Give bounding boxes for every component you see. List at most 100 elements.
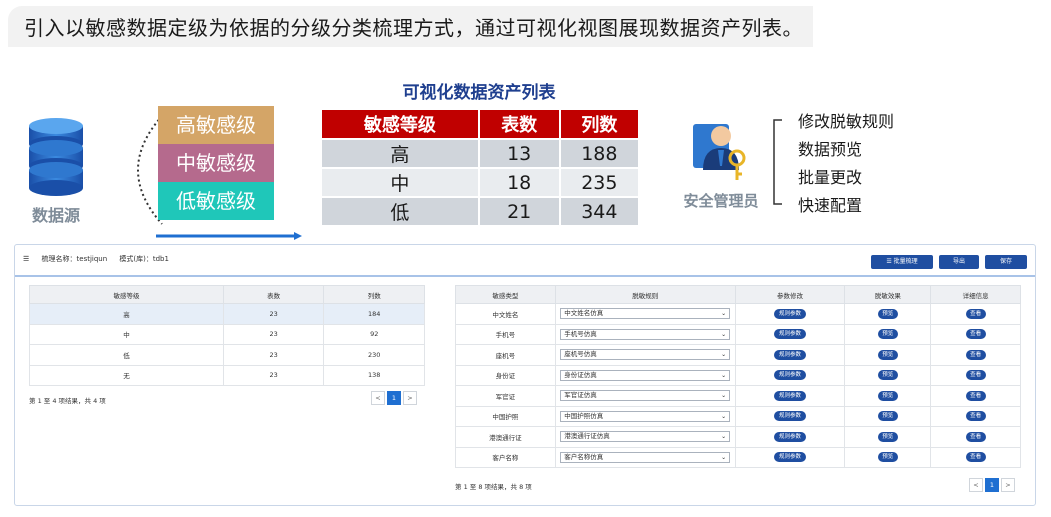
col-header[interactable]: 脱敏效果 bbox=[844, 285, 932, 304]
preview-button[interactable]: 预览 bbox=[877, 308, 898, 319]
viz-row: 中 18 235 bbox=[322, 167, 638, 196]
preview-button[interactable]: 预览 bbox=[877, 349, 898, 360]
datasource: 数据源 bbox=[22, 116, 90, 226]
chevron-down-icon: ⌄ bbox=[721, 433, 727, 441]
cell: 低 bbox=[29, 344, 224, 366]
viz-cell: 低 bbox=[322, 196, 480, 225]
preview-button[interactable]: 预览 bbox=[877, 431, 898, 442]
rule-select[interactable]: 身份证仿真 ⌄ bbox=[560, 369, 731, 381]
view-detail-button[interactable]: 查看 bbox=[965, 431, 986, 442]
sensitive-type: 军官证 bbox=[455, 385, 556, 407]
level-low: 低敏感级 bbox=[158, 182, 274, 220]
rule-params-button[interactable]: 规则参数 bbox=[774, 411, 807, 422]
rule-select[interactable]: 中文姓名仿真 ⌄ bbox=[560, 308, 731, 320]
action-preview: 数据预览 bbox=[798, 140, 863, 159]
table-row: 军官证 军官证仿真 ⌄ 规则参数 预览 查看 bbox=[455, 385, 1021, 407]
list-icon: ☰ bbox=[23, 255, 30, 263]
rule-cell: 座机号仿真 ⌄ bbox=[554, 344, 736, 366]
col-header[interactable]: 脱敏规则 bbox=[554, 285, 736, 304]
table-row: 中文姓名 中文姓名仿真 ⌄ 规则参数 预览 查看 bbox=[455, 303, 1021, 325]
table-row: 中国护照 中国护照仿真 ⌄ 规则参数 预览 查看 bbox=[455, 405, 1021, 427]
cell: 92 bbox=[323, 323, 425, 345]
export-button[interactable]: 导出 bbox=[939, 255, 979, 269]
rule-select[interactable]: 座机号仿真 ⌄ bbox=[560, 349, 731, 361]
view-detail-button[interactable]: 查看 bbox=[965, 370, 986, 381]
batch-classify-button[interactable]: ☰ 批量梳理 bbox=[871, 255, 933, 269]
rule-select[interactable]: 军官证仿真 ⌄ bbox=[560, 390, 731, 402]
page-button[interactable]: 1 bbox=[387, 391, 401, 405]
cell: 230 bbox=[323, 344, 425, 366]
rule-params-button[interactable]: 规则参数 bbox=[774, 349, 807, 360]
view-detail-button[interactable]: 查看 bbox=[965, 349, 986, 360]
cell: 高 bbox=[29, 303, 224, 325]
view-detail-button[interactable]: 查看 bbox=[965, 411, 986, 422]
col-header[interactable]: 表数 bbox=[222, 285, 325, 304]
cell: 23 bbox=[222, 303, 325, 325]
table-row[interactable]: 中 23 92 bbox=[29, 323, 425, 345]
rule-select[interactable]: 客户名称仿真 ⌄ bbox=[560, 451, 731, 463]
viz-cell: 188 bbox=[560, 138, 638, 167]
view-detail-button[interactable]: 查看 bbox=[965, 390, 986, 401]
next-page-button[interactable]: > bbox=[403, 391, 417, 405]
effect-cell: 预览 bbox=[844, 303, 932, 325]
view-detail-button[interactable]: 查看 bbox=[965, 329, 986, 340]
viz-header: 敏感等级 bbox=[322, 110, 480, 138]
next-page-button[interactable]: > bbox=[1001, 478, 1015, 492]
effect-cell: 预览 bbox=[844, 344, 932, 366]
rule-params-button[interactable]: 规则参数 bbox=[774, 431, 807, 442]
chevron-down-icon: ⌄ bbox=[721, 330, 727, 338]
admin-key-icon bbox=[693, 124, 746, 180]
effect-cell: 预览 bbox=[844, 364, 932, 386]
param-cell: 规则参数 bbox=[734, 303, 846, 325]
view-detail-button[interactable]: 查看 bbox=[965, 308, 986, 319]
col-header[interactable]: 详细信息 bbox=[930, 285, 1021, 304]
cell: 23 bbox=[222, 364, 325, 386]
rule-params-button[interactable]: 规则参数 bbox=[774, 370, 807, 381]
detail-cell: 查看 bbox=[930, 426, 1021, 448]
viz-cell: 344 bbox=[560, 196, 638, 225]
table-row: 身份证 身份证仿真 ⌄ 规则参数 预览 查看 bbox=[455, 364, 1021, 386]
action-quick-config: 快速配置 bbox=[798, 196, 863, 215]
headline: 引入以敏感数据定级为依据的分级分类梳理方式，通过可视化视图展现数据资产列表。 bbox=[8, 6, 813, 47]
table-row: 客户名称 客户名称仿真 ⌄ 规则参数 预览 查看 bbox=[455, 446, 1021, 468]
prev-page-button[interactable]: < bbox=[969, 478, 983, 492]
rule-params-button[interactable]: 规则参数 bbox=[774, 308, 807, 319]
rule-params-button[interactable]: 规则参数 bbox=[774, 452, 807, 463]
save-button[interactable]: 保存 bbox=[985, 255, 1027, 269]
col-header[interactable]: 敏感类型 bbox=[455, 285, 556, 304]
prev-page-button[interactable]: < bbox=[371, 391, 385, 405]
preview-button[interactable]: 预览 bbox=[877, 452, 898, 463]
rule-params-button[interactable]: 规则参数 bbox=[774, 329, 807, 340]
view-detail-button[interactable]: 查看 bbox=[965, 452, 986, 463]
preview-button[interactable]: 预览 bbox=[877, 370, 898, 381]
viz-header: 列数 bbox=[560, 110, 638, 138]
table-row[interactable]: 无 23 138 bbox=[29, 364, 425, 386]
rule-params-button[interactable]: 规则参数 bbox=[774, 390, 807, 401]
rule-select[interactable]: 港澳通行证仿真 ⌄ bbox=[560, 431, 731, 443]
chevron-down-icon: ⌄ bbox=[721, 453, 727, 461]
arrow-right-icon bbox=[156, 232, 302, 240]
rule-select[interactable]: 手机号仿真 ⌄ bbox=[560, 328, 731, 340]
sensitive-type: 座机号 bbox=[455, 344, 556, 366]
param-cell: 规则参数 bbox=[734, 323, 846, 345]
col-header[interactable]: 列数 bbox=[323, 285, 425, 304]
cell: 184 bbox=[323, 303, 425, 325]
page-button[interactable]: 1 bbox=[985, 478, 999, 492]
table-row[interactable]: 低 23 230 bbox=[29, 344, 425, 366]
rule-select[interactable]: 中国护照仿真 ⌄ bbox=[560, 410, 731, 422]
datasource-label: 数据源 bbox=[31, 206, 80, 225]
preview-button[interactable]: 预览 bbox=[877, 329, 898, 340]
sensitive-type-table: 敏感类型 脱敏规则 参数修改 脱敏效果 详细信息 中文姓名 中文姓名仿真 ⌄ 规则参数… bbox=[455, 285, 1021, 468]
col-header[interactable]: 参数修改 bbox=[734, 285, 846, 304]
left-pagination: < 1 > bbox=[371, 391, 417, 405]
level-high: 高敏感级 bbox=[158, 106, 274, 144]
detail-cell: 查看 bbox=[930, 385, 1021, 407]
col-header[interactable]: 敏感等级 bbox=[29, 285, 224, 304]
param-cell: 规则参数 bbox=[734, 385, 846, 407]
param-cell: 规则参数 bbox=[734, 426, 846, 448]
preview-button[interactable]: 预览 bbox=[877, 390, 898, 401]
viz-cell: 21 bbox=[479, 196, 561, 225]
table-row[interactable]: 高 23 184 bbox=[29, 303, 425, 325]
preview-button[interactable]: 预览 bbox=[877, 411, 898, 422]
table-row: 手机号 手机号仿真 ⌄ 规则参数 预览 查看 bbox=[455, 323, 1021, 345]
